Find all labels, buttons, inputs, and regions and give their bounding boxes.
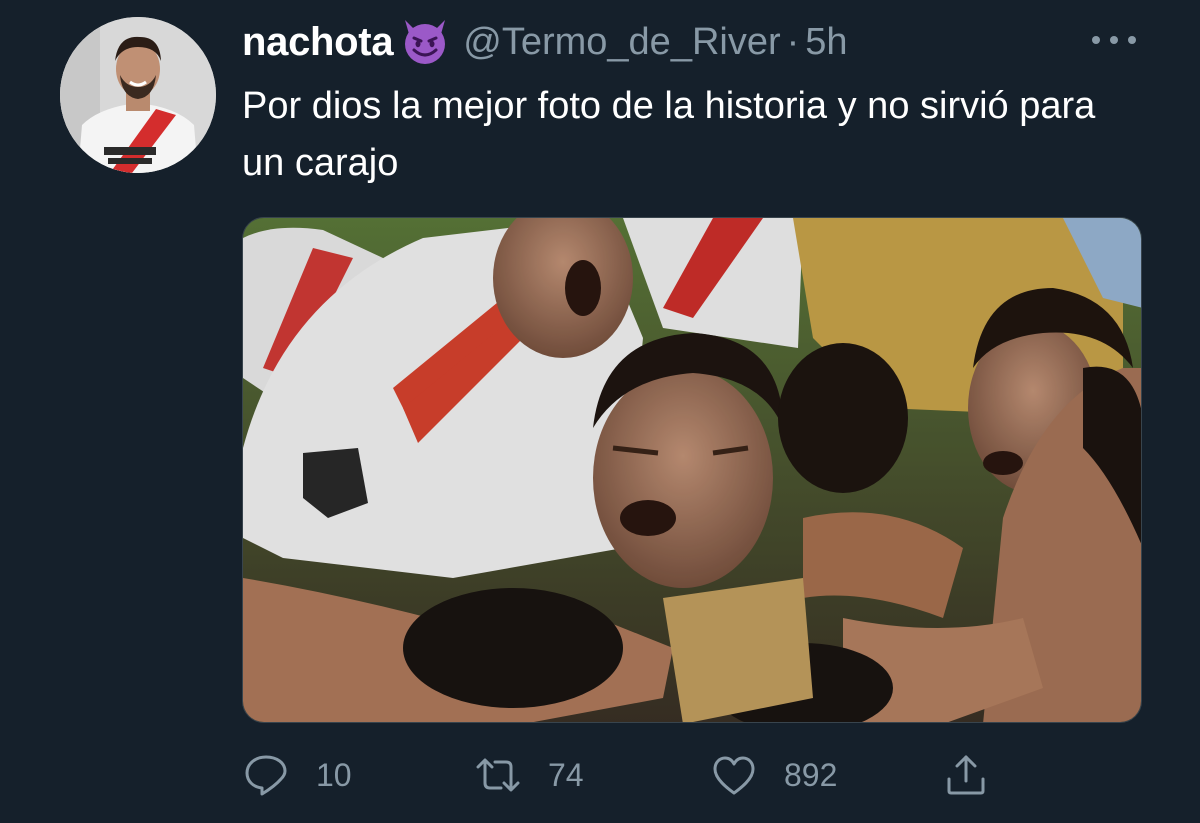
reply-icon xyxy=(245,755,287,796)
timestamp[interactable]: 5h xyxy=(805,21,847,64)
avatar[interactable] xyxy=(60,17,216,173)
share-button[interactable] xyxy=(942,748,990,802)
reply-button[interactable]: 10 xyxy=(242,748,352,802)
user-handle[interactable]: @Termo_de_River xyxy=(463,21,780,64)
retweet-count: 74 xyxy=(548,756,584,793)
retweet-button[interactable]: 74 xyxy=(474,748,584,802)
celebration-photo xyxy=(243,218,1141,722)
smiling-face-with-horns-icon xyxy=(405,20,446,64)
tweet: nachota @Termo_de_River · 5h Por dios la… xyxy=(0,0,1200,823)
tweet-header: nachota @Termo_de_River · 5h xyxy=(242,14,848,70)
tweet-actions: 10 74 892 xyxy=(242,748,1142,802)
display-name[interactable]: nachota xyxy=(242,20,394,65)
tweet-text: Por dios la mejor foto de la historia y … xyxy=(242,85,1096,184)
share-icon xyxy=(947,755,985,795)
retweet-icon xyxy=(476,758,520,792)
tweet-photo[interactable] xyxy=(242,217,1142,723)
separator: · xyxy=(786,20,800,63)
more-options-icon[interactable] xyxy=(1092,28,1136,52)
reply-count: 10 xyxy=(316,756,352,793)
avatar-image xyxy=(60,17,216,173)
like-count: 892 xyxy=(784,756,838,793)
like-button[interactable]: 892 xyxy=(710,748,837,802)
heart-icon xyxy=(713,756,755,795)
